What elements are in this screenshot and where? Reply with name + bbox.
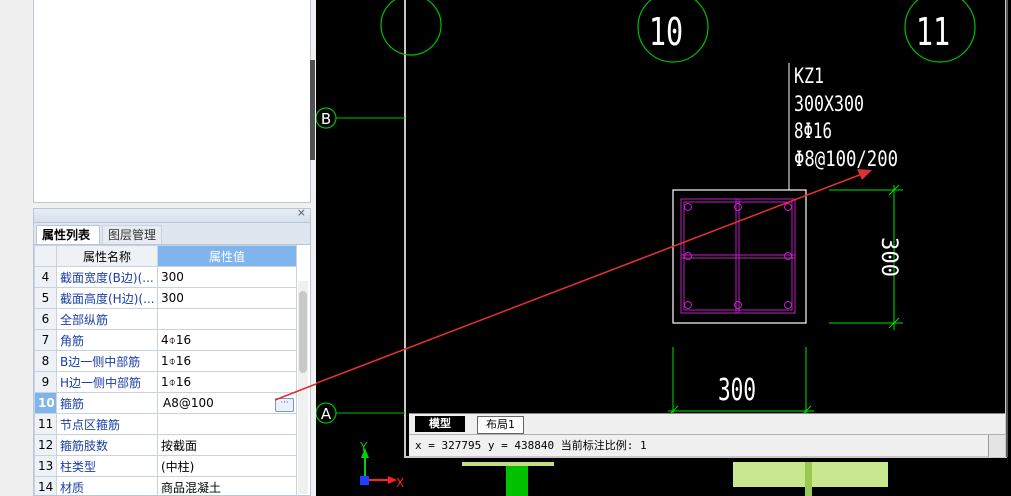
tab-layout1[interactable]: 布局1 [477,416,524,434]
property-name: 柱类型 [56,455,158,477]
dimension-right-label: 300 [876,237,901,277]
property-table: 属性名称 属性值 4 截面宽度(B边)(... 300 5 截面高度(H边)(... 30… [34,245,297,495]
property-name: 截面高度(H边)(... [56,287,158,309]
property-value[interactable]: 300 [157,287,297,309]
coordinate-readout: x = 327795 y = 438840 当前标注比例: 1 [415,439,647,452]
row-number: 7 [34,329,57,351]
property-value[interactable]: 1⌽16 [157,350,297,372]
property-panel: × 属性列表 图层管理 属性名称 属性值 4 截面宽度(B边)(... 300 5 截面… [33,208,311,496]
dimension-bottom-label: 300 [718,373,756,408]
property-name: H边一侧中部筋 [56,371,158,393]
status-bar-grip [988,435,1005,457]
row-number: 8 [34,350,57,372]
row-number: 11 [34,413,57,435]
annotation-column-name: KZ1 [794,64,824,88]
panel-splitter[interactable] [310,60,315,160]
property-value[interactable] [157,308,297,330]
viewport-frame [404,0,1007,458]
axis-label-B: B [321,110,331,128]
axis-bubble-partial [380,0,442,56]
property-name: 材质 [56,476,158,495]
annotation-stirrup: Φ8@100/200 [794,147,898,171]
left-panel: × 属性列表 图层管理 属性名称 属性值 4 截面宽度(B边)(... 300 5 截面… [0,0,316,496]
property-name: 箍筋肢数 [56,434,158,456]
property-name: 全部纵筋 [56,308,158,330]
ucs-y-label: Y [359,440,368,454]
property-name: 箍筋 [56,392,158,414]
scrollbar-thumb[interactable] [299,291,307,373]
property-name: 角筋 [56,329,158,351]
property-row[interactable]: 11 节点区箍筋 [34,413,297,435]
property-row[interactable]: 5 截面高度(H边)(... 300 [34,287,297,309]
property-name: B边一侧中部筋 [56,350,158,372]
row-number: 10 [34,392,57,414]
property-value[interactable]: 商品混凝土 [157,476,297,495]
stirrup-value-text[interactable]: A8@100 [163,396,214,410]
column-block-bottom-left [506,463,528,496]
axis-label-11: 11 [916,10,950,54]
row-number: 6 [34,308,57,330]
property-value[interactable]: (中柱) [157,455,297,477]
column-header-name: 属性名称 [56,245,158,267]
pointer-arrow-overlay [274,383,317,401]
panel-titlebar: × [34,209,310,223]
property-value[interactable]: 4⌽16 [157,329,297,351]
property-name: 节点区箍筋 [56,413,158,435]
column-header-value: 属性值 [157,245,297,267]
property-value[interactable] [157,413,297,435]
row-number: 14 [34,476,57,495]
property-row[interactable]: 13 柱类型 (中柱) [34,455,297,477]
pointer-arrow-line [316,173,863,385]
component-tree-area[interactable] [33,0,311,203]
axis-label-A: A [321,405,332,423]
beam-strip-bottom-left [462,462,554,466]
beam-block-divider [805,462,812,496]
row-number-header [34,245,57,267]
row-number: 13 [34,455,57,477]
tab-property-list[interactable]: 属性列表 [36,225,100,244]
property-row[interactable]: 8 B边一侧中部筋 1⌽16 [34,350,297,372]
row-number: 9 [34,371,57,393]
property-name: 截面宽度(B边)(... [56,266,158,288]
annotation-section: 300X300 [794,92,864,116]
panel-tabs: 属性列表 图层管理 [34,223,310,245]
row-number: 5 [34,287,57,309]
property-row[interactable]: 10 箍筋 A8@100 ··· [34,392,297,414]
ucs-x-label: X [396,476,404,490]
property-row[interactable]: 9 H边一侧中部筋 1⌽16 [34,371,297,393]
property-value[interactable]: 300 [157,266,297,288]
property-row[interactable]: 7 角筋 4⌽16 [34,329,297,351]
close-icon[interactable]: × [297,209,306,219]
property-row[interactable]: 4 截面宽度(B边)(... 300 [34,266,297,288]
tab-layer-management[interactable]: 图层管理 [102,225,162,244]
status-bar: x = 327795 y = 438840 当前标注比例: 1 [409,434,1005,457]
rebar-cage [680,198,796,314]
row-number: 4 [34,266,57,288]
layout-tab-bar: 模型 布局1 [409,413,1005,434]
property-row[interactable]: 12 箍筋肢数 按截面 [34,434,297,456]
property-row[interactable]: 6 全部纵筋 [34,308,297,330]
axis-label-10: 10 [649,10,683,54]
property-value[interactable]: 按截面 [157,434,297,456]
tab-model[interactable]: 模型 [415,416,465,432]
property-row[interactable]: 14 材质 商品混凝土 [34,476,297,495]
row-number: 12 [34,434,57,456]
annotation-main-rebar: 8Φ16 [794,119,832,143]
